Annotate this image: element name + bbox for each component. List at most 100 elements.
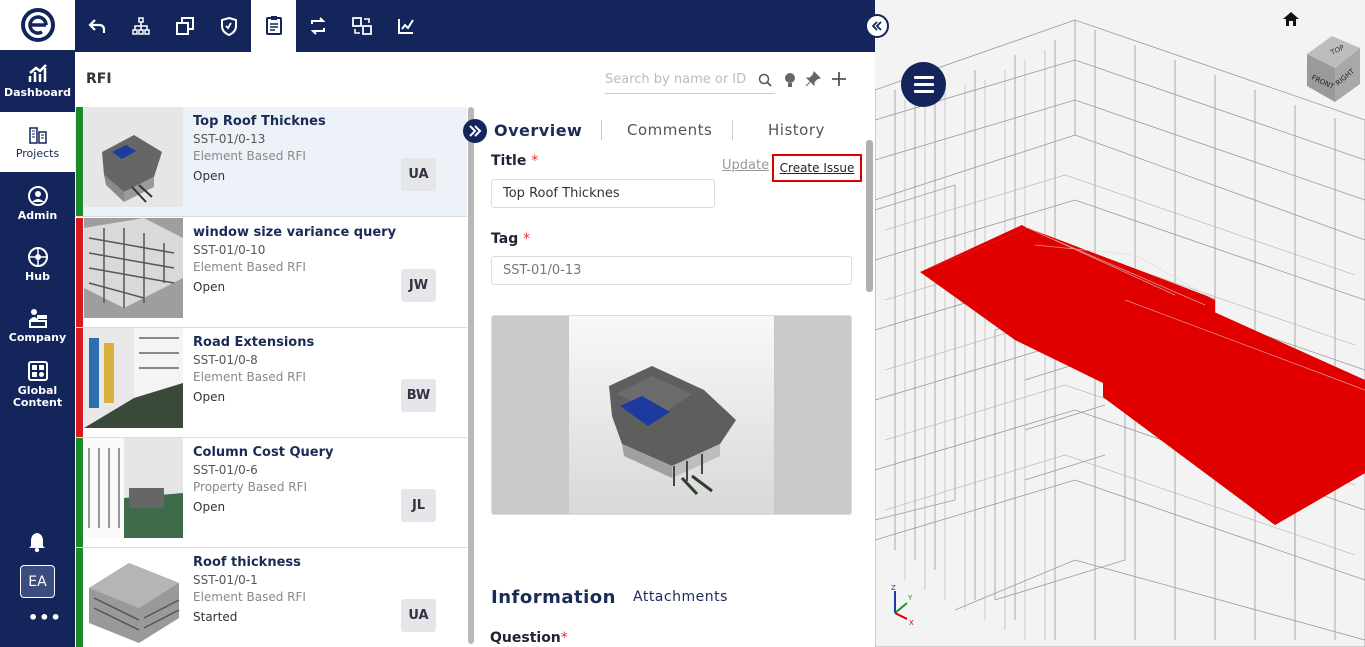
assignee-avatar: JW	[401, 269, 436, 302]
bell-icon	[29, 533, 45, 553]
assignee-avatar: UA	[401, 599, 436, 632]
app-logo[interactable]	[0, 0, 75, 50]
nav-label: Admin	[17, 208, 58, 222]
building-model	[875, 0, 1365, 647]
required-mark: *	[531, 153, 539, 169]
menu-bar	[913, 90, 934, 93]
rfi-preview-image	[491, 315, 852, 515]
rfi-id: SST-01/0-8	[193, 353, 258, 367]
search-input[interactable]: Search by name or ID	[605, 70, 775, 94]
rfi-type: Element Based RFI	[193, 260, 306, 274]
tab-divider	[601, 120, 602, 140]
viewer-menu-button[interactable]	[901, 62, 946, 107]
list-item[interactable]: Road Extensions SST-01/0-8 Element Based…	[75, 328, 467, 438]
rfi-button[interactable]	[251, 0, 296, 52]
rfi-title: Roof thickness	[193, 555, 301, 570]
update-link[interactable]: Update	[722, 158, 769, 173]
menu-bar	[913, 83, 934, 86]
sync-button[interactable]	[296, 0, 340, 52]
question-label-text: Question	[490, 630, 561, 646]
nav-label: Projects	[15, 146, 60, 160]
title-label: Title *	[491, 153, 538, 169]
assignee-avatar: UA	[401, 158, 436, 191]
tag-field[interactable]: SST-01/0-13	[491, 256, 852, 285]
global-content-icon	[27, 360, 48, 381]
search-placeholder: Search by name or ID	[605, 72, 747, 87]
left-nav: Dashboard Projects Admin Hub Company Glo…	[0, 0, 75, 647]
rfi-type: Property Based RFI	[193, 480, 308, 494]
search-icon[interactable]	[758, 73, 772, 87]
list-item[interactable]: Roof thickness SST-01/0-1 Element Based …	[75, 548, 467, 647]
section-information[interactable]: Information	[491, 587, 616, 608]
required-mark: *	[560, 630, 568, 646]
user-avatar[interactable]: EA	[20, 565, 55, 598]
create-issue-text: Create Issue	[779, 161, 855, 175]
sync-icon	[310, 17, 326, 35]
notifications-button[interactable]	[27, 531, 47, 557]
rfi-title: window size variance query	[193, 225, 397, 240]
double-chevron-left-icon	[871, 21, 882, 31]
chart-icon	[28, 63, 47, 82]
clipboard-icon	[265, 16, 282, 35]
rfi-id: SST-01/0-10	[193, 243, 266, 257]
detail-scrollbar-thumb[interactable]	[866, 140, 873, 292]
nav-global-content[interactable]: Global Content	[0, 356, 75, 412]
rfi-status: Open	[193, 169, 226, 183]
list-item[interactable]: Top Roof Thicknes SST-01/0-13 Element Ba…	[75, 107, 467, 217]
hierarchy-icon	[132, 17, 150, 35]
rfi-status: Open	[193, 390, 226, 404]
company-icon	[28, 308, 47, 328]
required-mark: *	[523, 231, 531, 247]
rfi-thumbnail	[84, 218, 183, 318]
check-chart-button[interactable]	[384, 0, 428, 52]
list-scrollbar-thumb[interactable]	[468, 107, 474, 644]
collapse-panel-button[interactable]	[865, 14, 889, 38]
check-chart-icon	[398, 19, 414, 34]
rfi-title: Road Extensions	[193, 335, 315, 350]
menu-bar	[913, 76, 934, 79]
list-item[interactable]: Column Cost Query SST-01/0-6 Property Ba…	[75, 438, 467, 548]
tab-divider	[732, 120, 733, 140]
tab-history[interactable]: History	[768, 121, 825, 139]
nav-company[interactable]: Company	[0, 295, 75, 355]
nav-hub[interactable]: Hub	[0, 234, 75, 294]
tab-overview[interactable]: Overview	[494, 121, 582, 140]
home-icon[interactable]	[1282, 11, 1300, 27]
rfi-type: Element Based RFI	[193, 590, 306, 604]
lightbulb-icon[interactable]	[783, 71, 797, 89]
more-menu-button[interactable]: •••	[28, 608, 62, 627]
rfi-thumbnail	[84, 438, 183, 538]
admin-icon	[27, 185, 48, 206]
shield-button[interactable]	[207, 0, 251, 52]
nav-label: Dashboard	[3, 85, 72, 99]
tag-label-text: Tag	[491, 231, 519, 247]
rfi-id: SST-01/0-13	[193, 132, 266, 146]
rfi-id: SST-01/0-1	[193, 573, 258, 587]
nav-projects[interactable]: Projects	[0, 112, 75, 172]
undo-button[interactable]	[75, 0, 119, 52]
collapse-list-button[interactable]	[463, 119, 487, 143]
axis-label-x: X	[909, 619, 914, 627]
view-cube[interactable]: TOP FRONT RIGHT	[1302, 34, 1365, 106]
list-item[interactable]: window size variance query SST-01/0-10 E…	[75, 218, 467, 328]
list-scrollbar[interactable]	[467, 107, 475, 647]
hub-icon	[27, 246, 48, 267]
title-field[interactable]: Top Roof Thicknes	[491, 179, 715, 208]
logo-icon	[20, 8, 55, 42]
status-bar	[76, 328, 83, 437]
create-issue-link[interactable]: Create Issue	[772, 154, 862, 182]
nav-admin[interactable]: Admin	[0, 173, 75, 233]
3d-viewer[interactable]: TOP FRONT RIGHT Z Y X	[875, 0, 1365, 647]
assignee-avatar: BW	[401, 379, 436, 412]
transfer-button[interactable]	[340, 0, 384, 52]
nav-label: Global Content	[12, 383, 63, 409]
add-icon[interactable]	[831, 71, 847, 87]
nav-dashboard[interactable]: Dashboard	[0, 51, 75, 111]
assignee-avatar: JL	[401, 489, 436, 522]
hierarchy-button[interactable]	[119, 0, 163, 52]
copy-button[interactable]	[163, 0, 207, 52]
section-attachments[interactable]: Attachments	[633, 589, 728, 605]
pin-icon[interactable]	[805, 71, 821, 87]
tab-comments[interactable]: Comments	[627, 121, 712, 139]
shield-icon	[221, 16, 237, 36]
